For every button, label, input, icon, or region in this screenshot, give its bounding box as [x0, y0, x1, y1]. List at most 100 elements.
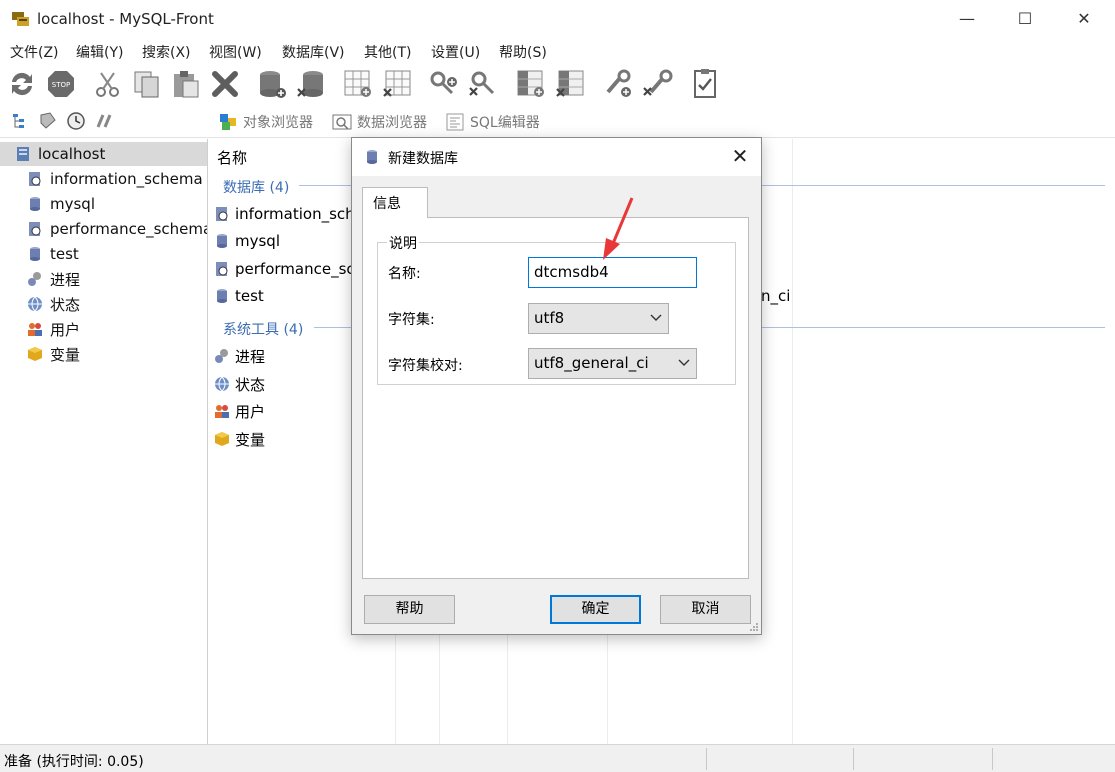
database-icon	[217, 234, 227, 248]
data-browser-tab[interactable]: 数据浏览器	[332, 111, 427, 133]
database-icon	[30, 197, 40, 211]
tree-item-test[interactable]: test	[26, 242, 79, 266]
list-item-label: 用户	[235, 402, 266, 421]
tree-item-label: 用户	[50, 320, 81, 339]
cut-icon[interactable]	[92, 68, 124, 100]
remove-field-icon[interactable]	[554, 68, 586, 100]
dialog-title-bar: 新建数据库 ✕	[352, 138, 761, 176]
window-title: localhost - MySQL-Front	[37, 10, 214, 28]
menu-edit[interactable]: 编辑(Y)	[76, 42, 123, 62]
list-item-variables[interactable]: 变量	[213, 427, 265, 451]
system-database-icon	[216, 207, 228, 221]
menu-search[interactable]: 搜索(X)	[142, 42, 191, 62]
menu-file[interactable]: 文件(Z)	[10, 42, 59, 62]
status-globe-icon	[28, 296, 42, 312]
charset-select[interactable]: utf8	[528, 303, 669, 334]
object-browser-tab[interactable]: 对象浏览器	[218, 111, 313, 133]
new-database-dialog: 新建数据库 ✕ 信息 说明 名称: 字符集: 字符集校对: dtcmsdb4 u…	[351, 137, 762, 635]
paste-icon[interactable]	[170, 68, 202, 100]
charset-label: 字符集:	[388, 312, 435, 328]
menu-view[interactable]: 视图(W)	[209, 42, 262, 62]
group-label-databases: 数据库 (4)	[223, 180, 290, 196]
dialog-close-button[interactable]: ✕	[727, 144, 753, 170]
sql-history-icon[interactable]	[94, 111, 114, 131]
tree-item-localhost[interactable]: localhost	[0, 142, 207, 166]
data-browser-icon	[332, 114, 352, 130]
add-key-icon[interactable]	[602, 68, 634, 100]
object-browser-icon	[220, 114, 236, 130]
list-item-processes[interactable]: 进程	[213, 344, 265, 368]
list-item-mysql[interactable]: mysql	[213, 229, 280, 253]
menu-bar: 文件(Z) 编辑(Y) 搜索(X) 视图(W) 数据库(V) 其他(T) 设置(…	[0, 38, 1115, 64]
database-name-input[interactable]: dtcmsdb4	[528, 257, 697, 288]
list-item-label: 进程	[235, 347, 266, 366]
remove-database-icon[interactable]	[295, 68, 327, 100]
add-user-icon[interactable]	[428, 68, 460, 100]
bookmarks-icon[interactable]	[38, 111, 58, 131]
group-legend: 说明	[387, 233, 419, 253]
users-icon	[215, 405, 229, 418]
tab-info[interactable]: 信息	[362, 187, 428, 218]
list-item-label: mysql	[235, 232, 280, 250]
help-button[interactable]: 帮助	[364, 595, 455, 624]
remove-key-icon[interactable]	[641, 68, 673, 100]
name-label: 名称:	[388, 266, 421, 282]
minimize-button[interactable]: —	[952, 6, 982, 32]
menu-settings[interactable]: 设置(U)	[431, 42, 480, 62]
tree-item-label: test	[50, 245, 79, 263]
remove-user-icon[interactable]	[467, 68, 499, 100]
list-item-test[interactable]: test	[213, 284, 264, 308]
collation-select[interactable]: utf8_general_ci	[528, 348, 697, 379]
list-item-users[interactable]: 用户	[213, 399, 265, 423]
history-clock-icon[interactable]	[66, 111, 86, 131]
ok-button[interactable]: 确定	[550, 595, 641, 624]
delete-icon[interactable]	[209, 68, 241, 100]
tree-item-label: 变量	[50, 345, 81, 364]
tree-item-users[interactable]: 用户	[26, 317, 80, 341]
close-window-button[interactable]: ✕	[1069, 6, 1099, 32]
tree-item-variables[interactable]: 变量	[26, 342, 80, 366]
database-icon	[367, 150, 377, 164]
sql-editor-tab[interactable]: SQL编辑器	[445, 111, 540, 133]
dialog-title: 新建数据库	[388, 151, 458, 167]
tree-item-label: 状态	[50, 295, 81, 314]
remove-table-icon[interactable]	[381, 68, 413, 100]
menu-database[interactable]: 数据库(V)	[282, 42, 345, 62]
column-header-name[interactable]: 名称	[217, 147, 247, 168]
tree-item-performance-schema[interactable]: performance_schema	[26, 217, 208, 241]
refresh-icon[interactable]	[6, 68, 38, 100]
view-toolbar: 对象浏览器 数据浏览器 SQL编辑器	[0, 104, 1115, 138]
object-browser-label: 对象浏览器	[243, 115, 313, 131]
tree-item-processes[interactable]: 进程	[26, 267, 80, 291]
menu-other[interactable]: 其他(T)	[364, 42, 411, 62]
resize-grip-icon[interactable]	[749, 622, 759, 632]
navigation-tree: localhost information_schema mysql perfo…	[0, 139, 208, 744]
navigator-tree-icon[interactable]	[10, 111, 30, 131]
chevron-down-icon	[650, 314, 662, 321]
chevron-down-icon	[678, 359, 690, 366]
maximize-button[interactable]: ☐	[1010, 6, 1040, 32]
tree-item-label: information_schema	[50, 170, 203, 188]
tree-item-label: performance_schema	[50, 220, 208, 238]
add-table-icon[interactable]	[342, 68, 374, 100]
system-database-icon	[29, 222, 41, 236]
collation-value: utf8_general_ci	[534, 354, 649, 372]
stop-icon[interactable]: STOP	[45, 68, 77, 100]
tree-item-status[interactable]: 状态	[26, 292, 80, 316]
tree-item-label: localhost	[38, 145, 106, 163]
cancel-button[interactable]: 取消	[660, 595, 751, 624]
tree-item-label: mysql	[50, 195, 95, 213]
variables-box-icon	[215, 432, 229, 446]
list-item-status[interactable]: 状态	[213, 372, 265, 396]
collation-cell: n_ci	[761, 287, 791, 305]
copy-icon[interactable]	[131, 68, 163, 100]
properties-icon[interactable]	[689, 68, 721, 100]
menu-help[interactable]: 帮助(S)	[499, 42, 547, 62]
svg-text:STOP: STOP	[52, 81, 70, 89]
tree-item-information-schema[interactable]: information_schema	[26, 167, 203, 191]
add-database-icon[interactable]	[256, 68, 288, 100]
tree-item-mysql[interactable]: mysql	[26, 192, 95, 216]
add-field-icon[interactable]	[515, 68, 547, 100]
processes-icon	[28, 272, 41, 286]
sql-editor-icon	[446, 113, 464, 131]
